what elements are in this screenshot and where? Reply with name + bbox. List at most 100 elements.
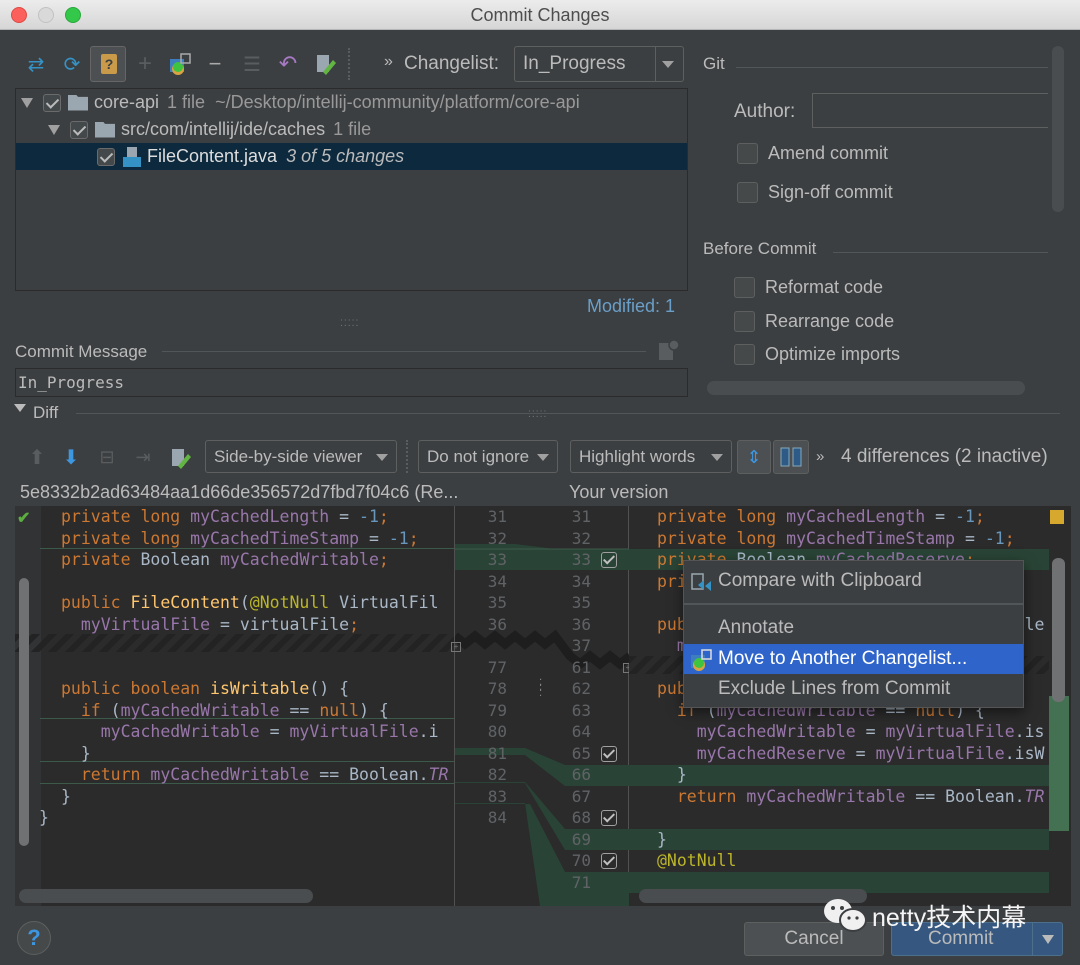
tree-row-package[interactable]: src/com/intellij/ide/caches 1 file: [16, 116, 687, 143]
line-number: 71: [571, 872, 591, 892]
compare-clipboard-icon: [690, 571, 712, 593]
commit-message-history-icon[interactable]: [656, 338, 680, 362]
previous-difference-icon[interactable]: ⬆: [26, 446, 48, 469]
include-change-checkbox[interactable]: [601, 853, 617, 869]
menu-item-compare-with-clipboard[interactable]: Compare with Clipboard: [684, 566, 1023, 596]
reformat-code-label: Reformat code: [765, 277, 884, 297]
warning-indicator-icon[interactable]: [1050, 510, 1064, 524]
previous-file-icon[interactable]: ⊟: [96, 446, 118, 468]
left-hscrollbar[interactable]: [19, 889, 313, 903]
changelist-value: In_Progress: [523, 53, 626, 74]
button-divider: [1032, 923, 1033, 955]
line-number: 34: [487, 571, 507, 591]
checkbox-box[interactable]: [737, 143, 758, 164]
line-number: 36: [571, 614, 591, 634]
group-by-icon[interactable]: ☰: [240, 52, 264, 76]
refresh-icon[interactable]: ⟳: [60, 52, 84, 76]
section-divider: [76, 413, 1060, 414]
changes-tree[interactable]: core-api 1 file ~/Desktop/intellij-commu…: [15, 88, 688, 291]
edit-source-icon[interactable]: [168, 446, 192, 470]
line-number: 33: [487, 550, 507, 569]
signoff-commit-checkbox[interactable]: Sign-off commit: [737, 182, 893, 203]
line-number: 63: [571, 700, 591, 720]
right-panel-hscrollbar[interactable]: [707, 381, 1025, 395]
checkbox-file[interactable]: [97, 147, 115, 166]
right-panel-vscrollbar[interactable]: [1052, 46, 1064, 212]
expand-fold-icon[interactable]: +: [451, 642, 461, 652]
changelist-dropdown[interactable]: In_Progress: [514, 46, 684, 82]
viewer-dropdown[interactable]: Side-by-side viewer: [205, 440, 397, 473]
splitter-handle[interactable]: ⁚⁚⁚⁚⁚: [528, 409, 547, 420]
more-icon[interactable]: »: [816, 448, 824, 465]
move-to-changelist-icon: [689, 648, 713, 672]
before-commit-section-title: Before Commit: [703, 239, 817, 258]
changelist-label: Changelist:: [404, 53, 500, 74]
add-icon[interactable]: +: [134, 50, 156, 77]
tree-row-name: FileContent.java: [147, 146, 278, 166]
menu-item-move-to-another-changelist[interactable]: Move to Another Changelist...: [684, 644, 1023, 674]
ignore-dropdown[interactable]: Do not ignore: [418, 440, 558, 473]
checkbox-box[interactable]: [734, 311, 755, 332]
checkbox-box[interactable]: [734, 277, 755, 298]
amend-commit-checkbox[interactable]: Amend commit: [737, 143, 888, 164]
chevron-down-icon: [662, 61, 674, 68]
section-divider: [833, 252, 1048, 253]
line-number: 35: [571, 593, 591, 612]
line-number: 32: [571, 528, 591, 548]
ignore-value: Do not ignore: [427, 446, 530, 466]
show-diff-icon[interactable]: ⇄: [24, 52, 48, 76]
line-number: 80: [487, 722, 507, 741]
rearrange-code-checkbox[interactable]: Rearrange code: [734, 311, 894, 332]
checkbox-box[interactable]: [734, 344, 755, 365]
checkbox-core-api[interactable]: [43, 93, 61, 112]
include-change-checkbox[interactable]: [601, 810, 617, 826]
edit-source-icon[interactable]: [312, 52, 338, 76]
menu-item-annotate[interactable]: Annotate: [684, 613, 1023, 643]
remove-icon[interactable]: −: [204, 51, 226, 76]
chevron-down-icon: [376, 453, 388, 461]
help-button[interactable]: ?: [17, 921, 51, 955]
sync-scroll-toggle[interactable]: [773, 440, 809, 474]
optimize-imports-checkbox[interactable]: Optimize imports: [734, 344, 900, 365]
more-icon[interactable]: »: [384, 53, 393, 71]
line-number: 65: [571, 743, 591, 763]
checkbox-package[interactable]: [70, 120, 88, 139]
unversioned-files-button[interactable]: ?: [90, 46, 126, 82]
highlight-dropdown[interactable]: Highlight words: [570, 440, 732, 473]
diff-section-title[interactable]: Diff: [33, 403, 58, 423]
menu-item-exclude-lines[interactable]: Exclude Lines from Commit: [684, 674, 1023, 704]
tree-row-file[interactable]: FileContent.java 3 of 5 changes: [16, 143, 687, 170]
include-change-checkbox[interactable]: [601, 745, 617, 762]
checkbox-box[interactable]: [737, 182, 758, 203]
toolbar-separator: [406, 440, 408, 473]
diff-collapse-icon[interactable]: [14, 404, 26, 412]
expand-arrow-icon[interactable]: [21, 97, 33, 108]
move-to-changelist-icon[interactable]: [168, 52, 192, 76]
rollback-icon[interactable]: ↶: [276, 51, 300, 76]
watermark-text: netty技术内幕: [872, 904, 1027, 932]
modified-count[interactable]: Modified: 1: [587, 296, 675, 317]
collapse-unchanged-icon: ⇕: [746, 447, 762, 467]
splitter-handle[interactable]: ⁚⁚⁚⁚⁚: [340, 318, 359, 329]
line-number: 84: [487, 808, 507, 827]
drag-handle[interactable]: ⁚ ⁚ ⁚: [539, 679, 542, 699]
chevron-down-icon: [711, 453, 723, 461]
signoff-commit-label: Sign-off commit: [768, 182, 893, 202]
left-editor[interactable]: ✔ private long myCachedLength = -1; priv…: [15, 506, 454, 906]
include-change-checkbox[interactable]: [601, 552, 617, 568]
commit-message-input[interactable]: In_Progress: [15, 368, 688, 397]
collapse-unchanged-toggle[interactable]: ⇕: [737, 440, 771, 474]
author-input[interactable]: [812, 93, 1048, 128]
next-difference-icon[interactable]: ⬇: [60, 446, 82, 469]
tree-row-module[interactable]: core-api 1 file ~/Desktop/intellij-commu…: [16, 89, 687, 116]
next-file-icon[interactable]: ⇥: [132, 446, 154, 468]
line-number: 61: [571, 657, 591, 677]
line-number: 82: [487, 765, 507, 784]
tree-row-meta: 1 file: [333, 119, 372, 139]
line-number: 69: [571, 829, 591, 849]
left-vscrollbar[interactable]: [19, 578, 29, 846]
commit-options-chevron-icon[interactable]: [1042, 935, 1054, 944]
right-vscrollbar[interactable]: [1052, 558, 1065, 702]
reformat-code-checkbox[interactable]: Reformat code: [734, 277, 883, 298]
expand-arrow-icon[interactable]: [48, 124, 60, 135]
